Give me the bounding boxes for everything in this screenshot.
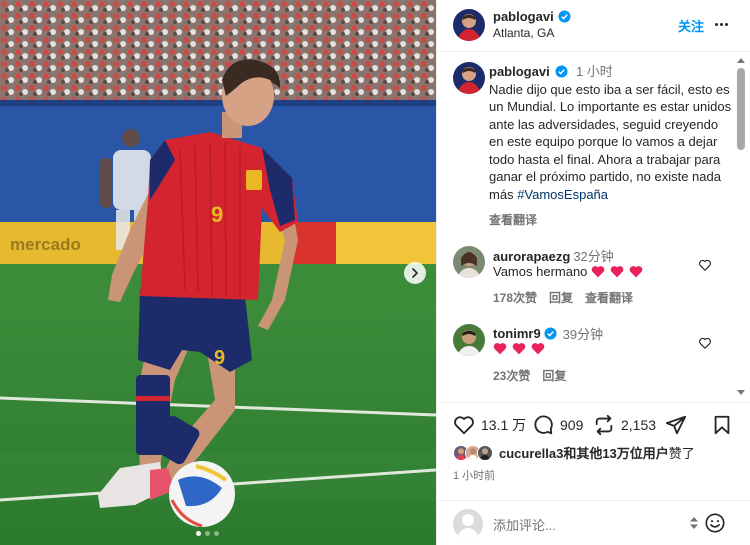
commenter-avatar[interactable] <box>453 246 485 278</box>
post-photo[interactable]: mercado 9 9 <box>0 0 436 545</box>
comments-scrollbar[interactable] <box>734 56 748 400</box>
comment-text: Vamos hermano <box>493 264 588 279</box>
post-timestamp[interactable]: 1 小时前 <box>453 467 495 483</box>
comments-list[interactable]: pablogavi 1 小时 Nadie dijo que esto iba a… <box>437 52 750 402</box>
bookmark-button[interactable] <box>711 414 733 436</box>
carousel-dots <box>196 531 219 536</box>
heart-emoji-icon <box>531 343 545 355</box>
author-username-text[interactable]: pablogavi <box>493 9 554 24</box>
comment-header: tonimr9 39分钟 <box>493 324 603 343</box>
reply-button[interactable]: 回复 <box>542 367 566 384</box>
scrollbar-thumb[interactable] <box>737 68 745 150</box>
comment-hearts <box>493 342 545 355</box>
comment-count[interactable]: 909 <box>560 417 583 433</box>
emoji-icon[interactable] <box>704 512 726 534</box>
like-button[interactable]: 13.1 万 <box>453 414 526 436</box>
comment-time: 32分钟 <box>573 249 614 264</box>
comment-input[interactable]: 添加评论... <box>493 515 556 534</box>
shorts-number: 9 <box>214 347 225 369</box>
caption-see-translation[interactable]: 查看翻译 <box>489 211 537 228</box>
comment-header: aurorapaezg 32分钟 <box>493 246 614 265</box>
carousel-next-button[interactable] <box>404 262 426 284</box>
post-location[interactable]: Atlanta, GA <box>493 26 554 40</box>
repost-icon <box>595 414 613 436</box>
post-caption: pablogavi 1 小时 Nadie dijo que esto iba a… <box>489 63 734 203</box>
comment-composer: 添加评论... <box>437 500 750 545</box>
caption-hashtag[interactable]: #VamosEspaña <box>517 187 608 202</box>
comment-body <box>493 342 545 355</box>
commenter-avatar[interactable] <box>453 324 485 356</box>
jersey-number: 9 <box>211 202 223 227</box>
post-header: pablogavi Atlanta, GA 关注 <box>437 0 750 52</box>
repost-button[interactable]: 2,153 <box>593 414 656 436</box>
likers-suffix: 赞了 <box>668 446 695 461</box>
carousel-dot[interactable] <box>205 531 210 536</box>
caption-author[interactable]: pablogavi <box>489 64 550 79</box>
chevron-right-icon <box>412 268 418 278</box>
author-username[interactable]: pablogavi <box>493 9 571 24</box>
more-options-icon[interactable] <box>711 14 731 34</box>
likers-summary[interactable]: cucurella3和其他13万位用户赞了 <box>453 443 695 462</box>
bookmark-icon <box>714 415 730 435</box>
heart-emoji-icon <box>512 343 526 355</box>
comment-time: 39分钟 <box>562 327 604 342</box>
verified-badge-icon <box>555 65 568 78</box>
share-button[interactable] <box>665 414 687 436</box>
sort-icon[interactable] <box>689 516 699 530</box>
comment-likes-count[interactable]: 178次赞 <box>493 289 537 306</box>
comment-button[interactable]: 909 <box>532 414 583 436</box>
heart-icon[interactable] <box>698 258 712 272</box>
comment-hearts <box>591 265 643 278</box>
comment-likes-count[interactable]: 23次赞 <box>493 367 530 384</box>
comment-username[interactable]: aurorapaezg <box>493 249 570 264</box>
caption-text: Nadie dijo que esto iba a ser fácil, est… <box>489 81 732 202</box>
verified-badge-icon <box>544 327 557 340</box>
photo-scene: mercado 9 9 <box>0 0 436 545</box>
carousel-dot[interactable] <box>214 531 219 536</box>
heart-emoji-icon <box>493 343 507 355</box>
heart-icon[interactable] <box>698 336 712 350</box>
ad-board-text: mercado <box>10 235 81 254</box>
scroll-down-arrow-icon[interactable] <box>737 390 745 395</box>
caption-time: 1 小时 <box>575 64 613 79</box>
likers-first[interactable]: cucurella3和 <box>499 446 576 461</box>
comment-see-translation[interactable]: 查看翻译 <box>585 289 633 306</box>
current-user-avatar <box>453 509 483 539</box>
verified-badge-icon <box>558 10 571 23</box>
comment-meta: 178次赞 回复 查看翻译 <box>493 289 633 306</box>
comment-username[interactable]: tonimr9 <box>493 326 541 341</box>
reply-button[interactable]: 回复 <box>549 289 573 306</box>
comment-body: Vamos hermano <box>493 264 643 279</box>
comment-meta: 23次赞 回复 <box>493 367 566 384</box>
share-icon <box>665 415 687 435</box>
repost-count[interactable]: 2,153 <box>621 417 656 433</box>
caption-author-avatar[interactable] <box>453 62 485 94</box>
liker-avatar <box>477 444 493 461</box>
likers-others[interactable]: 其他13万位用户 <box>576 446 668 461</box>
author-avatar[interactable] <box>453 9 485 41</box>
carousel-dot[interactable] <box>196 531 201 536</box>
heart-emoji-icon <box>611 266 624 278</box>
heart-emoji-icon <box>592 266 605 278</box>
comment-icon <box>534 415 553 435</box>
heart-emoji-icon <box>630 266 643 278</box>
scroll-up-arrow-icon[interactable] <box>737 58 745 63</box>
heart-icon <box>454 416 474 435</box>
follow-button[interactable]: 关注 <box>678 16 704 35</box>
like-count[interactable]: 13.1 万 <box>481 415 526 435</box>
post-side-panel: pablogavi Atlanta, GA 关注 pablogavi 1 小时 … <box>436 0 750 545</box>
likers-avatar-stack <box>453 444 493 461</box>
